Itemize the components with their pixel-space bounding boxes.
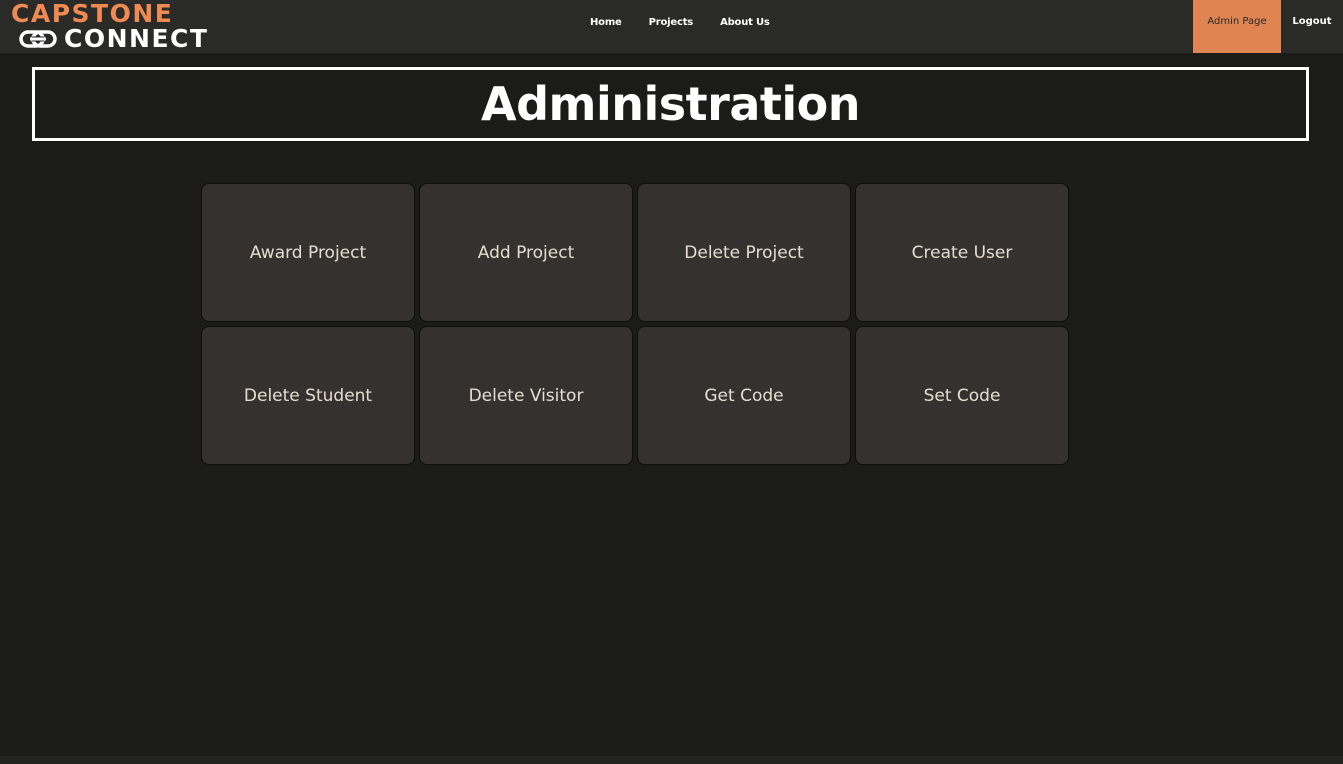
- footer-strip: [0, 756, 1343, 764]
- admin-actions-grid: Award Project Add Project Delete Project…: [201, 183, 1070, 465]
- get-code-button[interactable]: Get Code: [637, 326, 851, 465]
- top-navbar: CAPSTONE CONNECT Home Projects About Us …: [0, 0, 1343, 53]
- page-title-box: Administration: [32, 67, 1309, 141]
- logo-line-2-wrap: CONNECT: [18, 26, 208, 52]
- delete-student-button[interactable]: Delete Student: [201, 326, 415, 465]
- logout-button[interactable]: Logout: [1281, 0, 1343, 53]
- delete-visitor-button[interactable]: Delete Visitor: [419, 326, 633, 465]
- nav-about-us-link[interactable]: About Us: [720, 17, 770, 28]
- site-logo[interactable]: CAPSTONE CONNECT: [11, 0, 211, 53]
- link-icon: [19, 30, 57, 48]
- add-project-button[interactable]: Add Project: [419, 183, 633, 322]
- page-title: Administration: [481, 77, 860, 131]
- create-user-button[interactable]: Create User: [855, 183, 1069, 322]
- nav-home-link[interactable]: Home: [590, 17, 622, 28]
- admin-page-button[interactable]: Admin Page: [1193, 0, 1281, 53]
- set-code-button[interactable]: Set Code: [855, 326, 1069, 465]
- nav-links: Home Projects About Us: [590, 0, 797, 44]
- delete-project-button[interactable]: Delete Project: [637, 183, 851, 322]
- award-project-button[interactable]: Award Project: [201, 183, 415, 322]
- logo-line-2: CONNECT: [64, 24, 209, 53]
- nav-projects-link[interactable]: Projects: [649, 17, 694, 28]
